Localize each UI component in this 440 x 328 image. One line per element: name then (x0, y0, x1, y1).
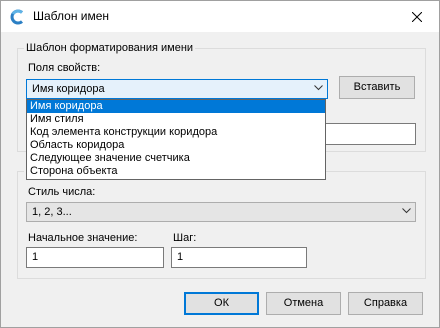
dropdown-item-style-name[interactable]: Имя стиля (27, 113, 325, 126)
format-template-group-title: Шаблон форматирования имени (24, 41, 196, 55)
property-fields-select[interactable]: Имя коридора (26, 79, 328, 99)
close-icon (411, 11, 422, 22)
insert-button[interactable]: Вставить (339, 76, 415, 99)
start-value-label: Начальное значение: (28, 232, 138, 244)
app-icon (9, 9, 25, 25)
dropdown-item-element-code[interactable]: Код элемента конструкции коридора (27, 126, 325, 139)
step-field[interactable]: 1 (171, 247, 307, 268)
property-fields-dropdown-list: Имя коридора Имя стиля Код элемента конс… (26, 99, 326, 180)
close-button[interactable] (394, 1, 439, 32)
name-template-dialog: Шаблон имен Шаблон форматирования имени … (0, 0, 440, 328)
window-title: Шаблон имен (33, 9, 110, 23)
step-label: Шаг: (173, 232, 197, 244)
ok-button[interactable]: ОК (184, 292, 259, 315)
property-fields-label: Поля свойств: (28, 62, 101, 74)
chevron-down-icon (314, 85, 323, 91)
cancel-button[interactable]: Отмена (266, 292, 341, 315)
number-style-label: Стиль числа: (28, 186, 96, 198)
property-fields-selected: Имя коридора (32, 83, 105, 95)
chevron-down-icon (402, 208, 411, 214)
dropdown-item-next-counter[interactable]: Следующее значение счетчика (27, 152, 325, 165)
dropdown-item-object-side[interactable]: Сторона объекта (27, 165, 325, 178)
number-style-value: 1, 2, 3... (32, 206, 72, 218)
number-style-select[interactable]: 1, 2, 3... (26, 202, 416, 222)
title-bar: Шаблон имен (1, 1, 439, 32)
dropdown-item-corridor-name[interactable]: Имя коридора (27, 100, 325, 113)
start-value-field[interactable]: 1 (26, 247, 164, 268)
dropdown-item-corridor-region[interactable]: Область коридора (27, 139, 325, 152)
help-button[interactable]: Справка (348, 292, 423, 315)
